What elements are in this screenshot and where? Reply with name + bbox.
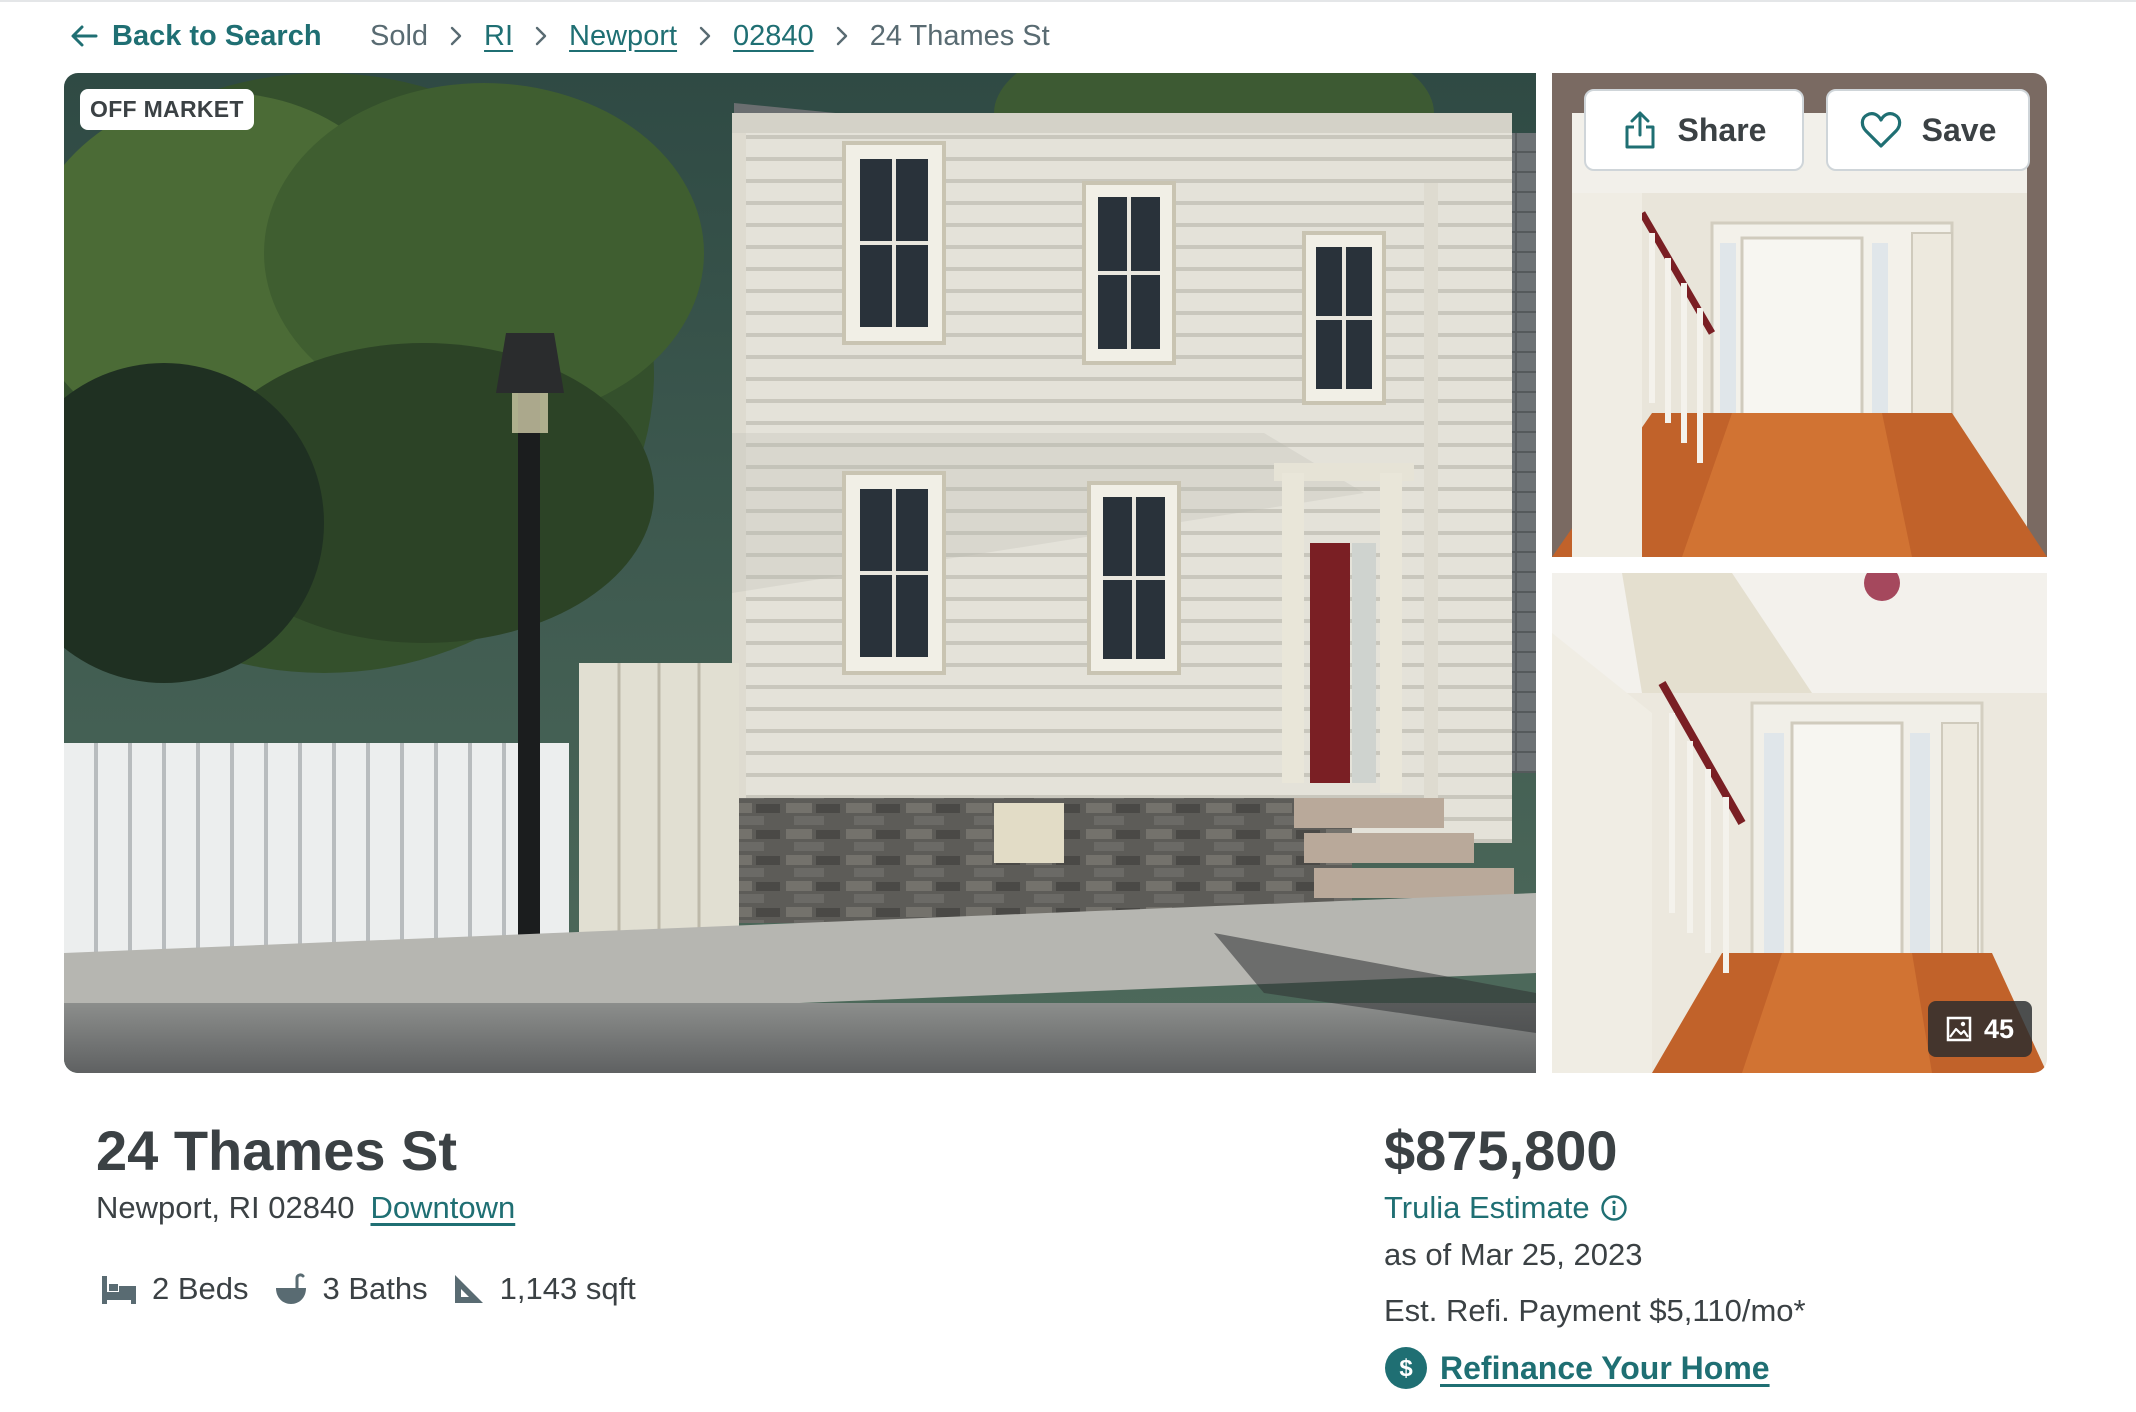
breadcrumb: Sold RI Newport 02840 24 Thames St (370, 16, 1050, 56)
chevron-right-icon (699, 26, 711, 46)
off-market-badge: OFF MARKET (80, 89, 254, 130)
photo-entry-hallway-2[interactable] (1552, 573, 2047, 1073)
sqft-fact: 1,143 sqft (452, 1271, 636, 1307)
save-label: Save (1921, 111, 1997, 148)
image-icon (1946, 1016, 1972, 1042)
sqft-label: 1,143 sqft (499, 1271, 636, 1306)
estimate-date: as of Mar 25, 2023 (1384, 1237, 1643, 1272)
info-icon[interactable] (1600, 1194, 1628, 1222)
top-divider (0, 0, 2136, 2)
baths-label: 3 Baths (322, 1271, 428, 1306)
photo-count-value: 45 (1983, 1013, 2015, 1044)
beds-label: 2 Beds (152, 1271, 249, 1306)
breadcrumb-bar: Back to Search Sold RI Newport 02840 24 … (68, 16, 1050, 56)
property-city-line: Newport, RI 02840 Downtown (96, 1190, 515, 1226)
bed-icon (102, 1276, 136, 1304)
estimated-price: $875,800 (1384, 1119, 1618, 1182)
chevron-right-icon (450, 26, 462, 46)
back-to-search-link[interactable]: Back to Search (68, 20, 322, 53)
photo-count-button[interactable]: 45 (1928, 1001, 2032, 1057)
share-label: Share (1677, 111, 1767, 148)
city-state-zip: Newport, RI 02840 (96, 1190, 355, 1225)
share-icon (1625, 111, 1655, 149)
refinance-link[interactable]: $ Refinance Your Home (1384, 1346, 1770, 1390)
breadcrumb-state-link[interactable]: RI (484, 20, 513, 53)
area-ruler-icon (454, 1275, 483, 1303)
bathtub-icon (275, 1273, 306, 1304)
arrow-left-icon (71, 25, 98, 47)
neighborhood-link[interactable]: Downtown (370, 1190, 515, 1226)
property-facts: 2 Beds 3 Baths 1,143 sqft (100, 1266, 660, 1312)
trulia-estimate-link[interactable]: Trulia Estimate (1384, 1190, 1628, 1226)
back-to-search-label: Back to Search (112, 19, 322, 52)
heart-icon (1860, 112, 1901, 148)
breadcrumb-zip-link[interactable]: 02840 (733, 20, 814, 53)
chevron-right-icon (535, 26, 547, 46)
baths-fact: 3 Baths (273, 1271, 428, 1307)
trulia-estimate-label: Trulia Estimate (1384, 1190, 1590, 1225)
refinance-label: Refinance Your Home (1440, 1349, 1770, 1386)
breadcrumb-sold: Sold (370, 19, 429, 52)
svg-text:$: $ (1399, 1355, 1413, 1382)
breadcrumb-city-link[interactable]: Newport (569, 20, 677, 53)
breadcrumb-current: 24 Thames St (869, 19, 1050, 52)
dollar-circle-icon: $ (1385, 1347, 1427, 1389)
chevron-right-icon (836, 26, 847, 46)
photo-gallery: OFF MARKET Share Save 45 (64, 73, 2047, 1073)
share-button[interactable]: Share (1584, 89, 1804, 171)
refi-payment: Est. Refi. Payment $5,110/mo* (1384, 1293, 1806, 1328)
property-address-title: 24 Thames St (96, 1119, 458, 1182)
save-button[interactable]: Save (1826, 89, 2030, 171)
beds-fact: 2 Beds (100, 1271, 249, 1307)
main-photo-house-exterior[interactable]: OFF MARKET (64, 73, 1536, 1073)
